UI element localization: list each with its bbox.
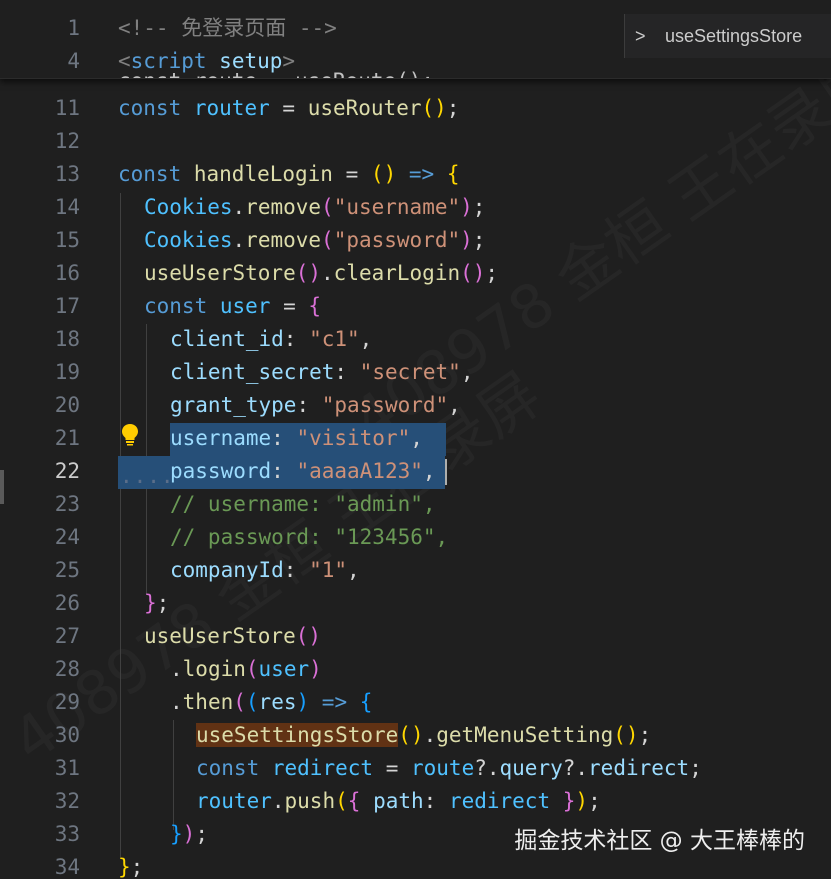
code-line: client_id: "c1",	[170, 327, 373, 351]
code-line: .then((res) => {	[170, 690, 373, 714]
code-line: });	[170, 822, 208, 846]
code-line: const handleLogin = () => {	[118, 162, 460, 186]
code-line: useUserStore().clearLogin();	[144, 261, 499, 285]
code-line: router.push({ path: redirect });	[196, 789, 601, 813]
line-number: 4	[67, 49, 80, 73]
code-line: companyId: "1",	[170, 558, 360, 582]
code-line: const router = useRouter();	[118, 96, 460, 120]
code-line: };	[118, 855, 144, 879]
code-line: username: "visitor",	[170, 426, 423, 450]
code-line: grant_type: "password",	[170, 393, 461, 417]
highlighted-symbol: useSettingsStore	[196, 723, 399, 747]
text-cursor	[445, 459, 447, 485]
code-line: const redirect = route?.query?.redirect;	[196, 756, 702, 780]
code-line: Cookies.remove("username");	[144, 195, 486, 219]
breadcrumb-label[interactable]: useSettingsStore	[665, 14, 802, 58]
code-line: Cookies.remove("password");	[144, 228, 486, 252]
code-editor[interactable]: 408978 金桓 王在录屏 408978 金桓 王在录屏 11 12 13 1…	[0, 0, 831, 879]
watermark-text: 掘金技术社区 @ 大王棒棒的	[514, 828, 805, 854]
sticky-scroll-header[interactable]: 1 <!-- 免登录页面 --> 4 <script setup> const …	[0, 0, 831, 79]
code-line: password: "aaaaA123",	[170, 459, 436, 483]
line-number: 1	[67, 16, 80, 40]
lightbulb-icon[interactable]	[119, 422, 141, 446]
code-line: const user = {	[144, 294, 322, 318]
code-line: // password: "123456",	[170, 525, 449, 549]
code-line: // username: "admin",	[170, 492, 436, 516]
sticky-line[interactable]: <!-- 免登录页面 -->	[118, 12, 337, 45]
code-line: .login(user)	[170, 657, 322, 681]
breadcrumb[interactable]: > useSettingsStore	[624, 14, 831, 58]
chevron-right-icon: >	[635, 26, 646, 46]
code-line: client_secret: "secret",	[170, 360, 474, 384]
code-line: useSettingsStore().getMenuSetting();	[196, 723, 652, 747]
code-line: useUserStore()	[144, 624, 322, 648]
whitespace-indicator: ····	[120, 470, 175, 494]
code-line: };	[144, 591, 170, 615]
